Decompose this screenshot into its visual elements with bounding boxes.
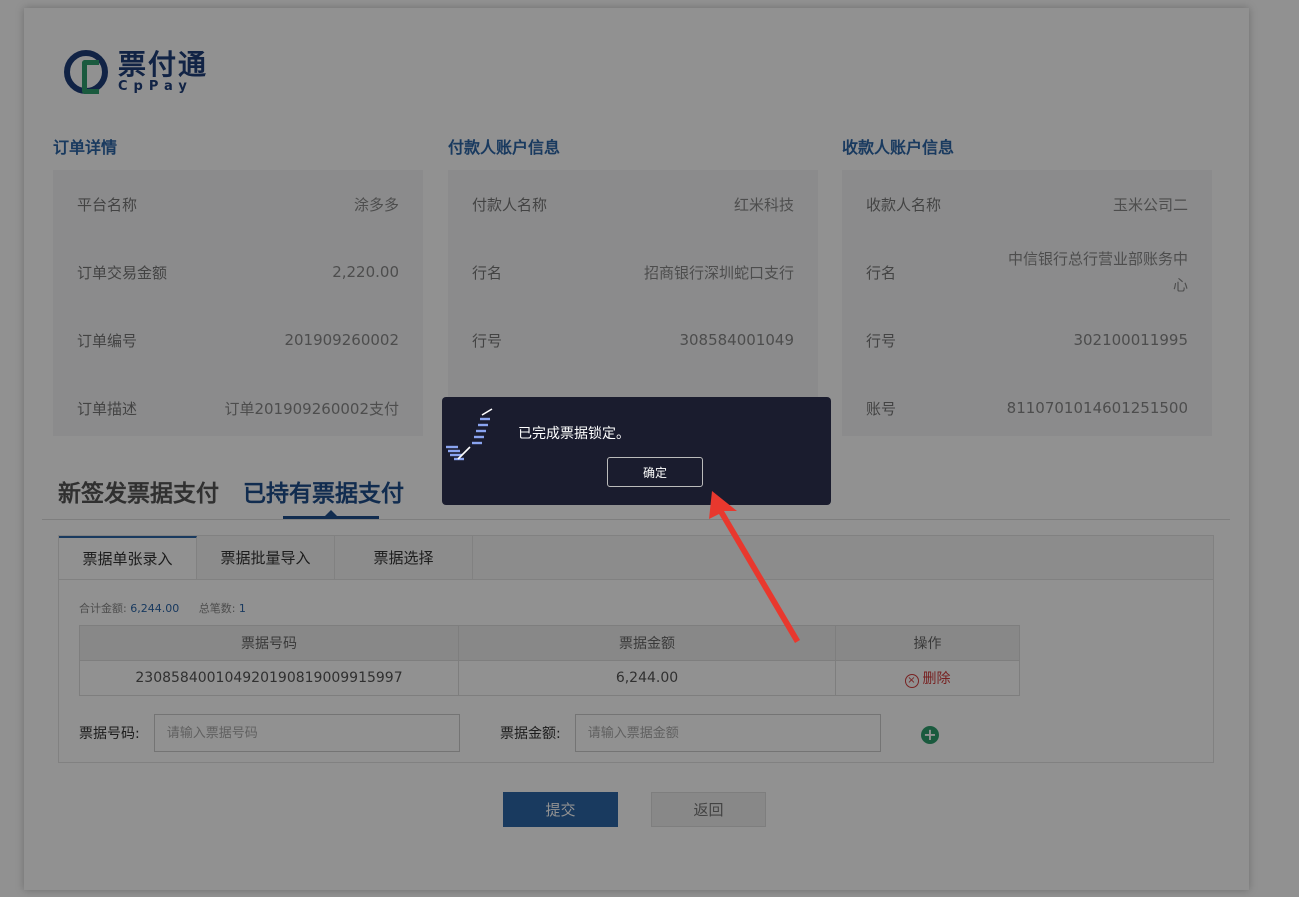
success-dialog: 已完成票据锁定。 确定 [442,397,831,505]
checkmark-icon [446,408,493,461]
dialog-message: 已完成票据锁定。 [518,426,630,442]
confirm-button[interactable]: 确定 [607,457,703,487]
